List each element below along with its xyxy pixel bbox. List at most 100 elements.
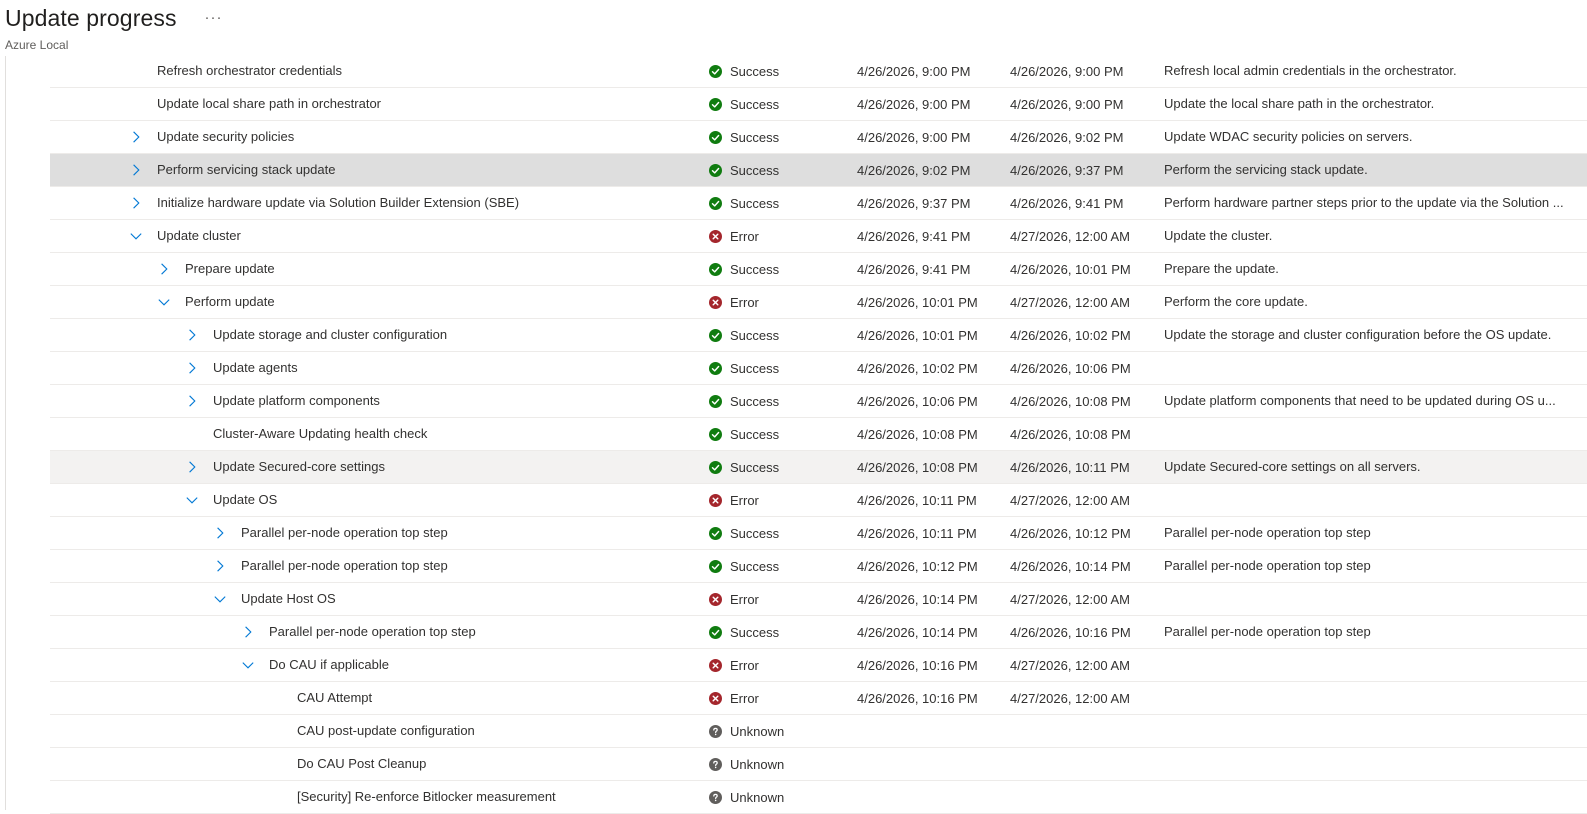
status-cell: Success [709,616,849,648]
checkmark-circle-icon [709,328,722,342]
title-row: Update progress ··· [5,2,605,34]
table-row[interactable]: Initialize hardware update via Solution … [50,187,1587,220]
status-cell: Error [709,583,849,615]
step-description: Update WDAC security policies on servers… [1164,129,1413,144]
status-cell: Success [709,352,849,384]
table-row[interactable]: Parallel per-node operation top step Succ… [50,616,1587,649]
status-cell: Unknown [709,748,849,780]
table-row[interactable]: Cluster-Aware Updating health check Succe… [50,418,1587,451]
end-time: 4/26/2026, 10:12 PM [1010,525,1131,541]
chevron-right-icon[interactable] [128,162,144,178]
step-name-cell: Prepare update [50,253,700,285]
start-time: 4/26/2026, 10:16 PM [857,657,978,673]
chevron-right-icon[interactable] [184,327,200,343]
more-options-button[interactable]: ··· [201,9,227,26]
step-description [1164,781,1586,813]
error-circle-icon [709,295,722,309]
chevron-down-icon[interactable] [128,228,144,244]
status-cell: Error [709,220,849,252]
checkmark-circle-icon [709,526,722,540]
step-name-cell: Update cluster [50,220,700,252]
question-circle-icon [709,724,722,738]
chevron-right-icon[interactable] [128,195,144,211]
status-text: Error [730,492,759,508]
end-time [1010,715,1160,747]
step-name: Perform servicing stack update [157,162,336,177]
table-row[interactable]: Perform servicing stack update Success 4/2… [50,154,1587,187]
status-text: Success [730,129,780,145]
step-description: Update platform components that need to … [1164,393,1556,408]
start-time: 4/26/2026, 10:08 PM [857,459,978,475]
table-row[interactable]: Parallel per-node operation top step Succ… [50,517,1587,550]
chevron-right-icon[interactable] [184,459,200,475]
table-row[interactable]: Prepare update Success 4/26/2026, 9:41 PM 4… [50,253,1587,286]
step-name: [Security] Re-enforce Bitlocker measurem… [297,789,556,804]
end-time [1010,748,1160,780]
status-text: Error [730,657,759,673]
checkmark-circle-icon [709,625,722,639]
status-text: Success [730,195,780,211]
update-steps-grid: Refresh orchestrator credentials Success 4… [50,55,1587,814]
table-row[interactable]: Perform update Error 4/26/2026, 10:01 PM 4/… [50,286,1587,319]
step-name-cell: Update security policies [50,121,700,153]
end-time: 4/26/2026, 9:37 PM [1010,162,1124,178]
end-time: 4/27/2026, 12:00 AM [1010,657,1130,673]
status-text: Success [730,558,780,574]
step-description: Perform hardware partner steps prior to … [1164,195,1564,210]
chevron-right-icon[interactable] [212,525,228,541]
step-name-cell: Cluster-Aware Updating health check [50,418,700,450]
step-description: Update Secured-core settings on all serv… [1164,459,1421,474]
chevron-right-icon[interactable] [128,129,144,145]
end-time: 4/27/2026, 12:00 AM [1010,492,1130,508]
status-text: Success [730,525,780,541]
start-time: 4/26/2026, 10:02 PM [857,360,978,376]
chevron-right-icon[interactable] [184,393,200,409]
table-row[interactable]: Refresh orchestrator credentials Success 4… [50,55,1587,88]
chevron-down-icon[interactable] [240,657,256,673]
status-cell: Success [709,418,849,450]
chevron-right-icon[interactable] [212,558,228,574]
status-text: Success [730,426,780,442]
table-row[interactable]: Parallel per-node operation top step Succ… [50,550,1587,583]
step-name: Cluster-Aware Updating health check [213,426,428,441]
start-time: 4/26/2026, 9:41 PM [857,261,971,277]
chevron-right-icon[interactable] [240,624,256,640]
table-row[interactable]: Update OS Error 4/26/2026, 10:11 PM 4/27/20… [50,484,1587,517]
checkmark-circle-icon [709,196,722,210]
table-row[interactable]: Do CAU if applicable Error 4/26/2026, 10:1… [50,649,1587,682]
status-text: Success [730,261,780,277]
table-row[interactable]: Update storage and cluster configuration… [50,319,1587,352]
chevron-down-icon[interactable] [212,591,228,607]
start-time: 4/26/2026, 10:08 PM [857,426,978,442]
step-name-cell: CAU Attempt [50,682,700,714]
status-text: Success [730,327,780,343]
table-row[interactable]: Update local share path in orchestrator S… [50,88,1587,121]
table-row[interactable]: Update agents Success 4/26/2026, 10:02 PM 4… [50,352,1587,385]
chevron-down-icon[interactable] [156,294,172,310]
step-name-cell: Parallel per-node operation top step [50,517,700,549]
table-row[interactable]: Update platform components Success 4/26/20… [50,385,1587,418]
table-row[interactable]: Update Secured-core settings Success 4/26/… [50,451,1587,484]
table-row[interactable]: Update Host OS Error 4/26/2026, 10:14 PM 4/… [50,583,1587,616]
step-name: Update platform components [213,393,380,408]
step-description [1164,748,1586,780]
chevron-right-icon[interactable] [184,360,200,376]
end-time: 4/26/2026, 10:08 PM [1010,426,1131,442]
table-row[interactable]: Update security policies Success 4/26/2026… [50,121,1587,154]
table-row[interactable]: CAU Attempt Error 4/26/2026, 10:16 PM 4/27/… [50,682,1587,715]
step-name: Parallel per-node operation top step [269,624,476,639]
step-name: Do CAU if applicable [269,657,389,672]
question-circle-icon [709,757,722,771]
status-cell: Success [709,319,849,351]
table-row[interactable]: [Security] Re-enforce Bitlocker measurem… [50,781,1587,814]
table-row[interactable]: Update cluster Error 4/26/2026, 9:41 PM 4/2… [50,220,1587,253]
chevron-right-icon[interactable] [156,261,172,277]
end-time: 4/26/2026, 9:41 PM [1010,195,1124,211]
step-name-cell: Update storage and cluster configuration [50,319,700,351]
table-row[interactable]: Do CAU Post Cleanup Unknown [50,748,1587,781]
step-name-cell: Perform update [50,286,700,318]
chevron-down-icon[interactable] [184,492,200,508]
table-row[interactable]: CAU post-update configuration Unknown [50,715,1587,748]
error-circle-icon [709,229,722,243]
checkmark-circle-icon [709,394,722,408]
